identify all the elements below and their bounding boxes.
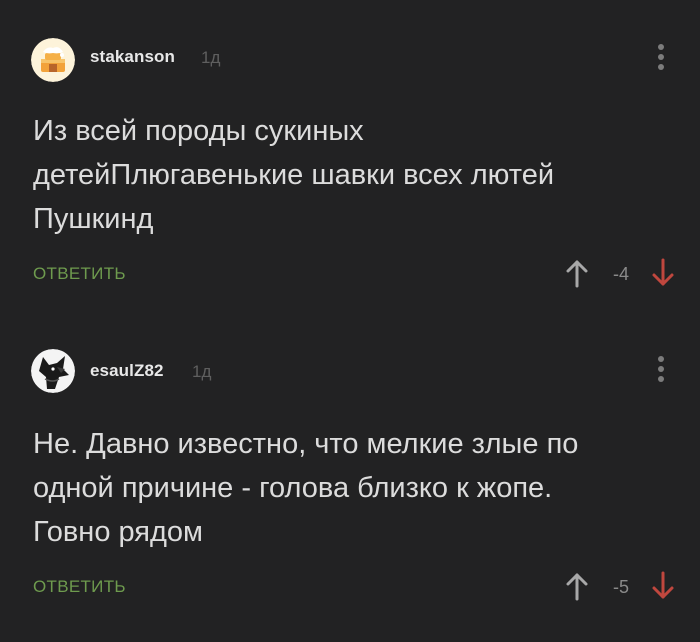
avatar[interactable] xyxy=(31,349,75,393)
more-vertical-icon[interactable] xyxy=(651,40,671,74)
arrow-up-icon[interactable] xyxy=(564,258,590,293)
rating-value: -5 xyxy=(612,577,629,597)
comment: stakanson 1д Из всей породы сукиных дете… xyxy=(0,0,700,318)
rating-value: -4 xyxy=(612,264,629,284)
arrow-down-icon[interactable] xyxy=(650,258,676,293)
cake-avatar-icon xyxy=(31,38,75,82)
comment-text: Из всей породы сукиных детейПлюгавенькие… xyxy=(33,115,555,235)
comment-time: 1д xyxy=(201,48,221,67)
reply-button[interactable]: ОТВЕТИТЬ xyxy=(33,577,126,597)
comment-text: Не. Давно известно, что мелкие злые по о… xyxy=(33,428,579,548)
arrow-down-icon[interactable] xyxy=(650,571,676,606)
comment-time: 1д xyxy=(192,362,212,381)
avatar[interactable] xyxy=(31,38,75,82)
wolf-avatar-icon xyxy=(31,349,75,393)
username[interactable]: stakanson xyxy=(90,47,175,67)
arrow-up-icon[interactable] xyxy=(564,571,590,606)
reply-button[interactable]: ОТВЕТИТЬ xyxy=(33,264,126,284)
more-vertical-icon[interactable] xyxy=(651,352,671,386)
username[interactable]: esaulZ82 xyxy=(90,361,164,381)
comment: esaulZ82 1д Не. Давно известно, что мелк… xyxy=(0,318,700,642)
